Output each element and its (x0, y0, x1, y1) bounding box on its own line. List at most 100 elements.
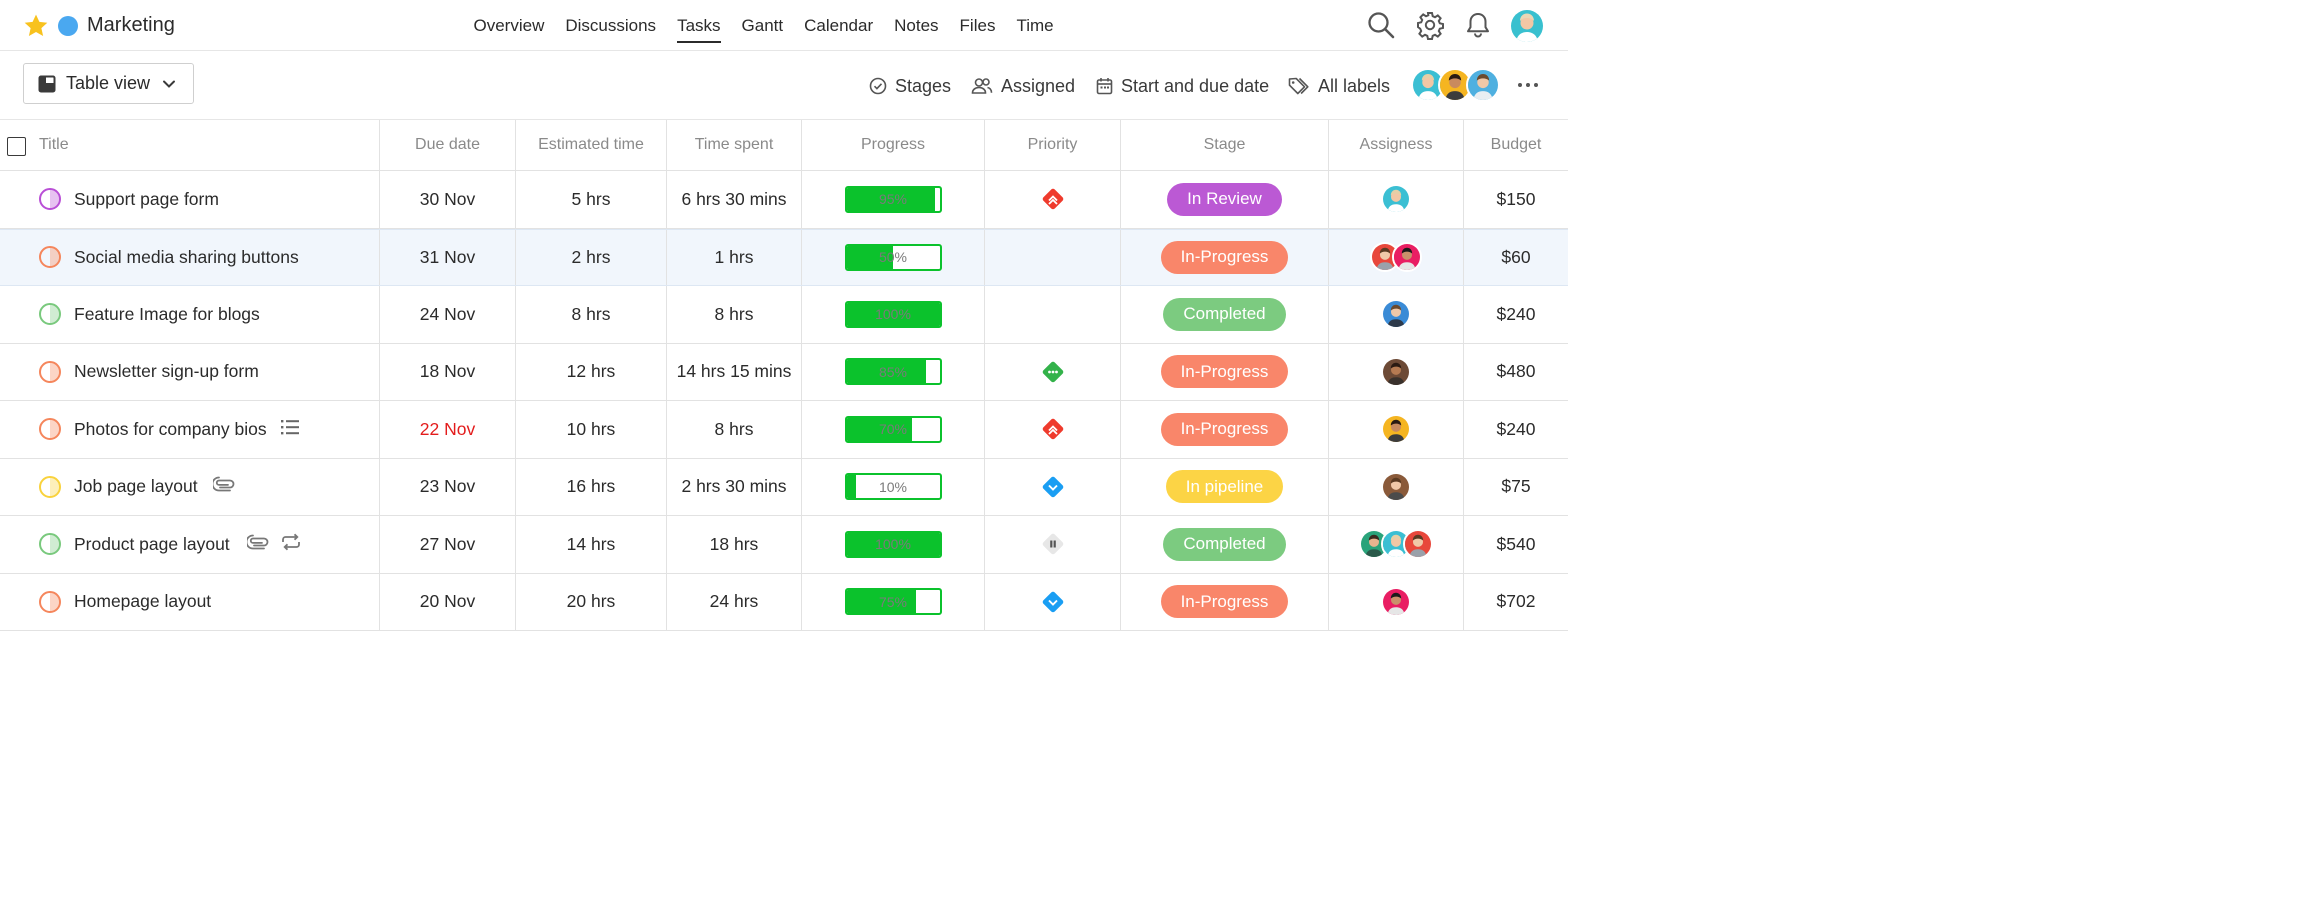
team-avatars[interactable] (1411, 68, 1503, 102)
status-circle-icon[interactable] (39, 303, 61, 326)
stage-cell[interactable]: In-Progress (1121, 229, 1329, 285)
stage-badge[interactable]: In-Progress (1160, 412, 1289, 446)
assignee-avatar[interactable] (1381, 414, 1411, 445)
labels-filter[interactable]: All labels (1288, 73, 1390, 99)
table-row[interactable]: Job page layout 23 Nov 16 hrs 2 hrs 30 mins… (0, 458, 1568, 516)
priority-cell[interactable] (985, 286, 1121, 343)
nav-tasks[interactable]: Tasks (667, 0, 731, 51)
table-row[interactable]: Product page layout 27 Nov 14 hrs 18 hrs 100… (0, 516, 1568, 574)
task-title[interactable]: Feature Image for blogs (74, 304, 260, 325)
table-row[interactable]: Homepage layout 20 Nov 20 hrs 24 hrs 75% In-P… (0, 573, 1568, 631)
estimated-time-cell[interactable]: 12 hrs (516, 343, 667, 400)
user-avatar[interactable] (1511, 10, 1543, 42)
budget-cell[interactable]: $240 (1464, 401, 1568, 458)
stage-cell[interactable]: In Review (1121, 171, 1329, 228)
assignee-avatar[interactable] (1381, 184, 1411, 215)
column-header-assignees[interactable]: Assigness (1329, 120, 1464, 170)
table-row[interactable]: Support page form 30 Nov 5 hrs 6 hrs 30 min… (0, 171, 1568, 229)
table-row[interactable]: Photos for company bios 22 Nov 10 hrs 8 hrs… (0, 401, 1568, 459)
task-title-cell[interactable]: Homepage layout (0, 573, 380, 630)
due-date-cell[interactable]: 24 Nov (380, 286, 516, 343)
column-header-time-spent[interactable]: Time spent (667, 120, 802, 170)
progress-cell[interactable]: 100% (802, 286, 985, 343)
attachment-icon[interactable] (245, 534, 271, 555)
priority-medium-icon[interactable] (1040, 359, 1066, 385)
stage-badge[interactable]: In-Progress (1160, 355, 1289, 389)
assignees-cell[interactable] (1329, 458, 1464, 515)
progress-cell[interactable]: 100% (802, 516, 985, 573)
due-date-cell[interactable]: 23 Nov (380, 458, 516, 515)
column-header-progress[interactable]: Progress (802, 120, 985, 170)
nav-notes[interactable]: Notes (884, 0, 949, 51)
nav-time[interactable]: Time (1006, 0, 1064, 51)
attachment-icon[interactable] (211, 476, 237, 497)
priority-cell[interactable] (985, 573, 1121, 630)
column-header-budget[interactable]: Budget (1464, 120, 1568, 170)
budget-cell[interactable]: $60 (1464, 230, 1568, 286)
stages-filter[interactable]: Stages (869, 73, 951, 99)
column-header-estimated-time[interactable]: Estimated time (516, 120, 667, 170)
assignee-avatar[interactable] (1381, 586, 1411, 617)
time-spent-cell[interactable]: 2 hrs 30 mins (667, 458, 802, 515)
time-spent-cell[interactable]: 8 hrs (667, 401, 802, 458)
task-title-cell[interactable]: Photos for company bios (0, 401, 380, 458)
priority-paused-icon[interactable] (1040, 531, 1066, 557)
assignees-cell[interactable] (1329, 171, 1464, 228)
task-title[interactable]: Homepage layout (74, 591, 211, 612)
priority-cell[interactable] (985, 343, 1121, 400)
task-title[interactable]: Newsletter sign-up form (74, 361, 259, 382)
task-title-cell[interactable]: Support page form (0, 171, 380, 228)
stage-badge[interactable]: Completed (1163, 297, 1286, 331)
status-circle-icon[interactable] (39, 246, 61, 269)
select-all-checkbox[interactable] (7, 137, 26, 156)
date-filter[interactable]: Start and due date (1096, 73, 1269, 99)
nav-calendar[interactable]: Calendar (794, 0, 884, 51)
due-date-cell[interactable]: 20 Nov (380, 573, 516, 630)
priority-cell[interactable] (985, 458, 1121, 515)
priority-cell[interactable] (985, 229, 1121, 285)
estimated-time-cell[interactable]: 2 hrs (516, 229, 667, 285)
time-spent-cell[interactable]: 24 hrs (667, 573, 802, 630)
status-circle-icon[interactable] (39, 418, 61, 441)
assignee-avatar[interactable] (1381, 471, 1411, 502)
table-row[interactable]: Feature Image for blogs 24 Nov 8 hrs 8 hrs 1… (0, 286, 1568, 344)
stage-badge[interactable]: In-Progress (1160, 240, 1289, 274)
project-name[interactable]: Marketing (87, 14, 175, 37)
status-circle-icon[interactable] (39, 533, 61, 556)
progress-cell[interactable]: 10% (802, 458, 985, 515)
progress-cell[interactable]: 75% (802, 573, 985, 630)
status-circle-icon[interactable] (39, 360, 61, 383)
task-title-cell[interactable]: Newsletter sign-up form (0, 343, 380, 400)
gear-icon[interactable] (1415, 10, 1445, 40)
priority-urgent-icon[interactable] (1040, 186, 1066, 212)
assignees-cell[interactable] (1329, 573, 1464, 630)
budget-cell[interactable]: $75 (1464, 459, 1568, 516)
estimated-time-cell[interactable]: 20 hrs (516, 573, 667, 630)
due-date-cell[interactable]: 18 Nov (380, 343, 516, 400)
budget-cell[interactable]: $702 (1464, 574, 1568, 631)
priority-urgent-icon[interactable] (1040, 416, 1066, 442)
more-options-icon[interactable] (1516, 75, 1540, 95)
progress-cell[interactable]: 50% (802, 229, 985, 285)
due-date-cell[interactable]: 27 Nov (380, 516, 516, 573)
due-date-cell[interactable]: 22 Nov (380, 401, 516, 458)
priority-low-icon[interactable] (1040, 589, 1066, 615)
bell-icon[interactable] (1463, 10, 1493, 40)
assignees-cell[interactable] (1329, 401, 1464, 458)
due-date-cell[interactable]: 31 Nov (380, 229, 516, 285)
estimated-time-cell[interactable]: 8 hrs (516, 286, 667, 343)
status-circle-icon[interactable] (39, 475, 61, 498)
estimated-time-cell[interactable]: 10 hrs (516, 401, 667, 458)
assignee-avatar[interactable] (1381, 356, 1411, 387)
view-switcher-button[interactable]: Table view (23, 63, 194, 104)
assignees-cell[interactable] (1329, 229, 1464, 285)
time-spent-cell[interactable]: 18 hrs (667, 516, 802, 573)
checklist-icon[interactable] (280, 418, 300, 441)
stage-badge[interactable]: In pipeline (1165, 470, 1284, 504)
search-icon[interactable] (1366, 10, 1396, 40)
time-spent-cell[interactable]: 6 hrs 30 mins (667, 171, 802, 228)
table-row[interactable]: Social media sharing buttons 31 Nov 2 hrs 1… (0, 228, 1568, 286)
assignee-avatar[interactable] (1381, 299, 1411, 330)
task-title[interactable]: Social media sharing buttons (74, 247, 299, 268)
task-title[interactable]: Product page layout (74, 534, 230, 555)
